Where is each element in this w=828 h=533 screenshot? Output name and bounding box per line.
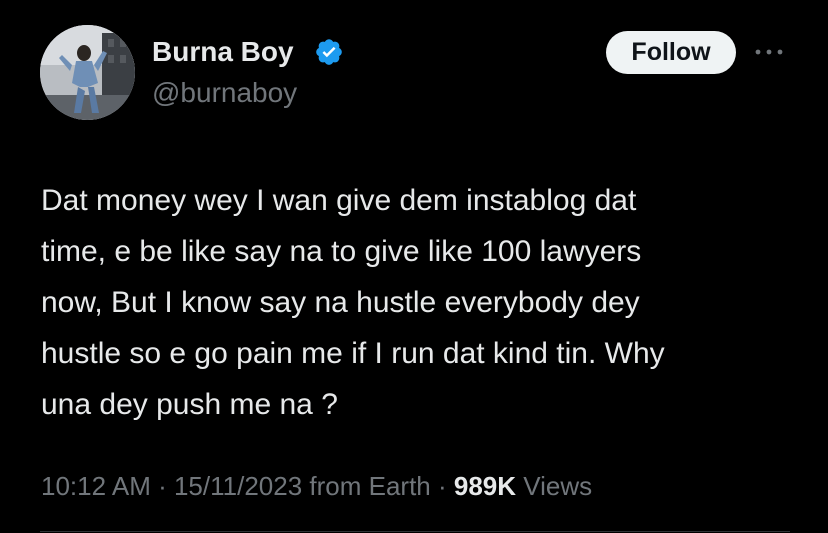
tweet-text: Dat money wey I wan give dem instablog d… [41,175,801,430]
tweet-text-line: hustle so e go pain me if I run dat kind… [41,337,665,370]
tweet-time[interactable]: 10:12 AM [41,471,151,501]
views-count[interactable]: 989K [454,471,516,501]
views-label: Views [516,471,593,501]
meta-separator: · [430,471,454,501]
tweet-text-line: Dat money wey I wan give dem instablog d… [41,184,637,217]
tweet-text-line: now, But I know say na hustle everybody … [41,286,640,319]
tweet-date[interactable]: 15/11/2023 [174,471,302,501]
meta-separator: · [150,471,174,501]
tweet-text-line: una dey push me na ? [41,388,338,421]
user-handle[interactable]: @burnaboy [152,76,297,110]
tweet-source: from Earth [302,471,431,501]
follow-button[interactable]: Follow [606,31,736,74]
display-name[interactable]: Burna Boy [152,35,294,69]
tweet-metadata: 10:12 AM · 15/11/2023 from Earth · 989K … [41,469,592,503]
avatar[interactable] [40,25,135,120]
more-options-icon[interactable] [752,40,786,64]
verified-badge-icon[interactable] [314,37,344,67]
profile-photo [40,25,135,120]
divider [40,531,790,532]
tweet-text-line: time, e be like say na to give like 100 … [41,235,642,268]
